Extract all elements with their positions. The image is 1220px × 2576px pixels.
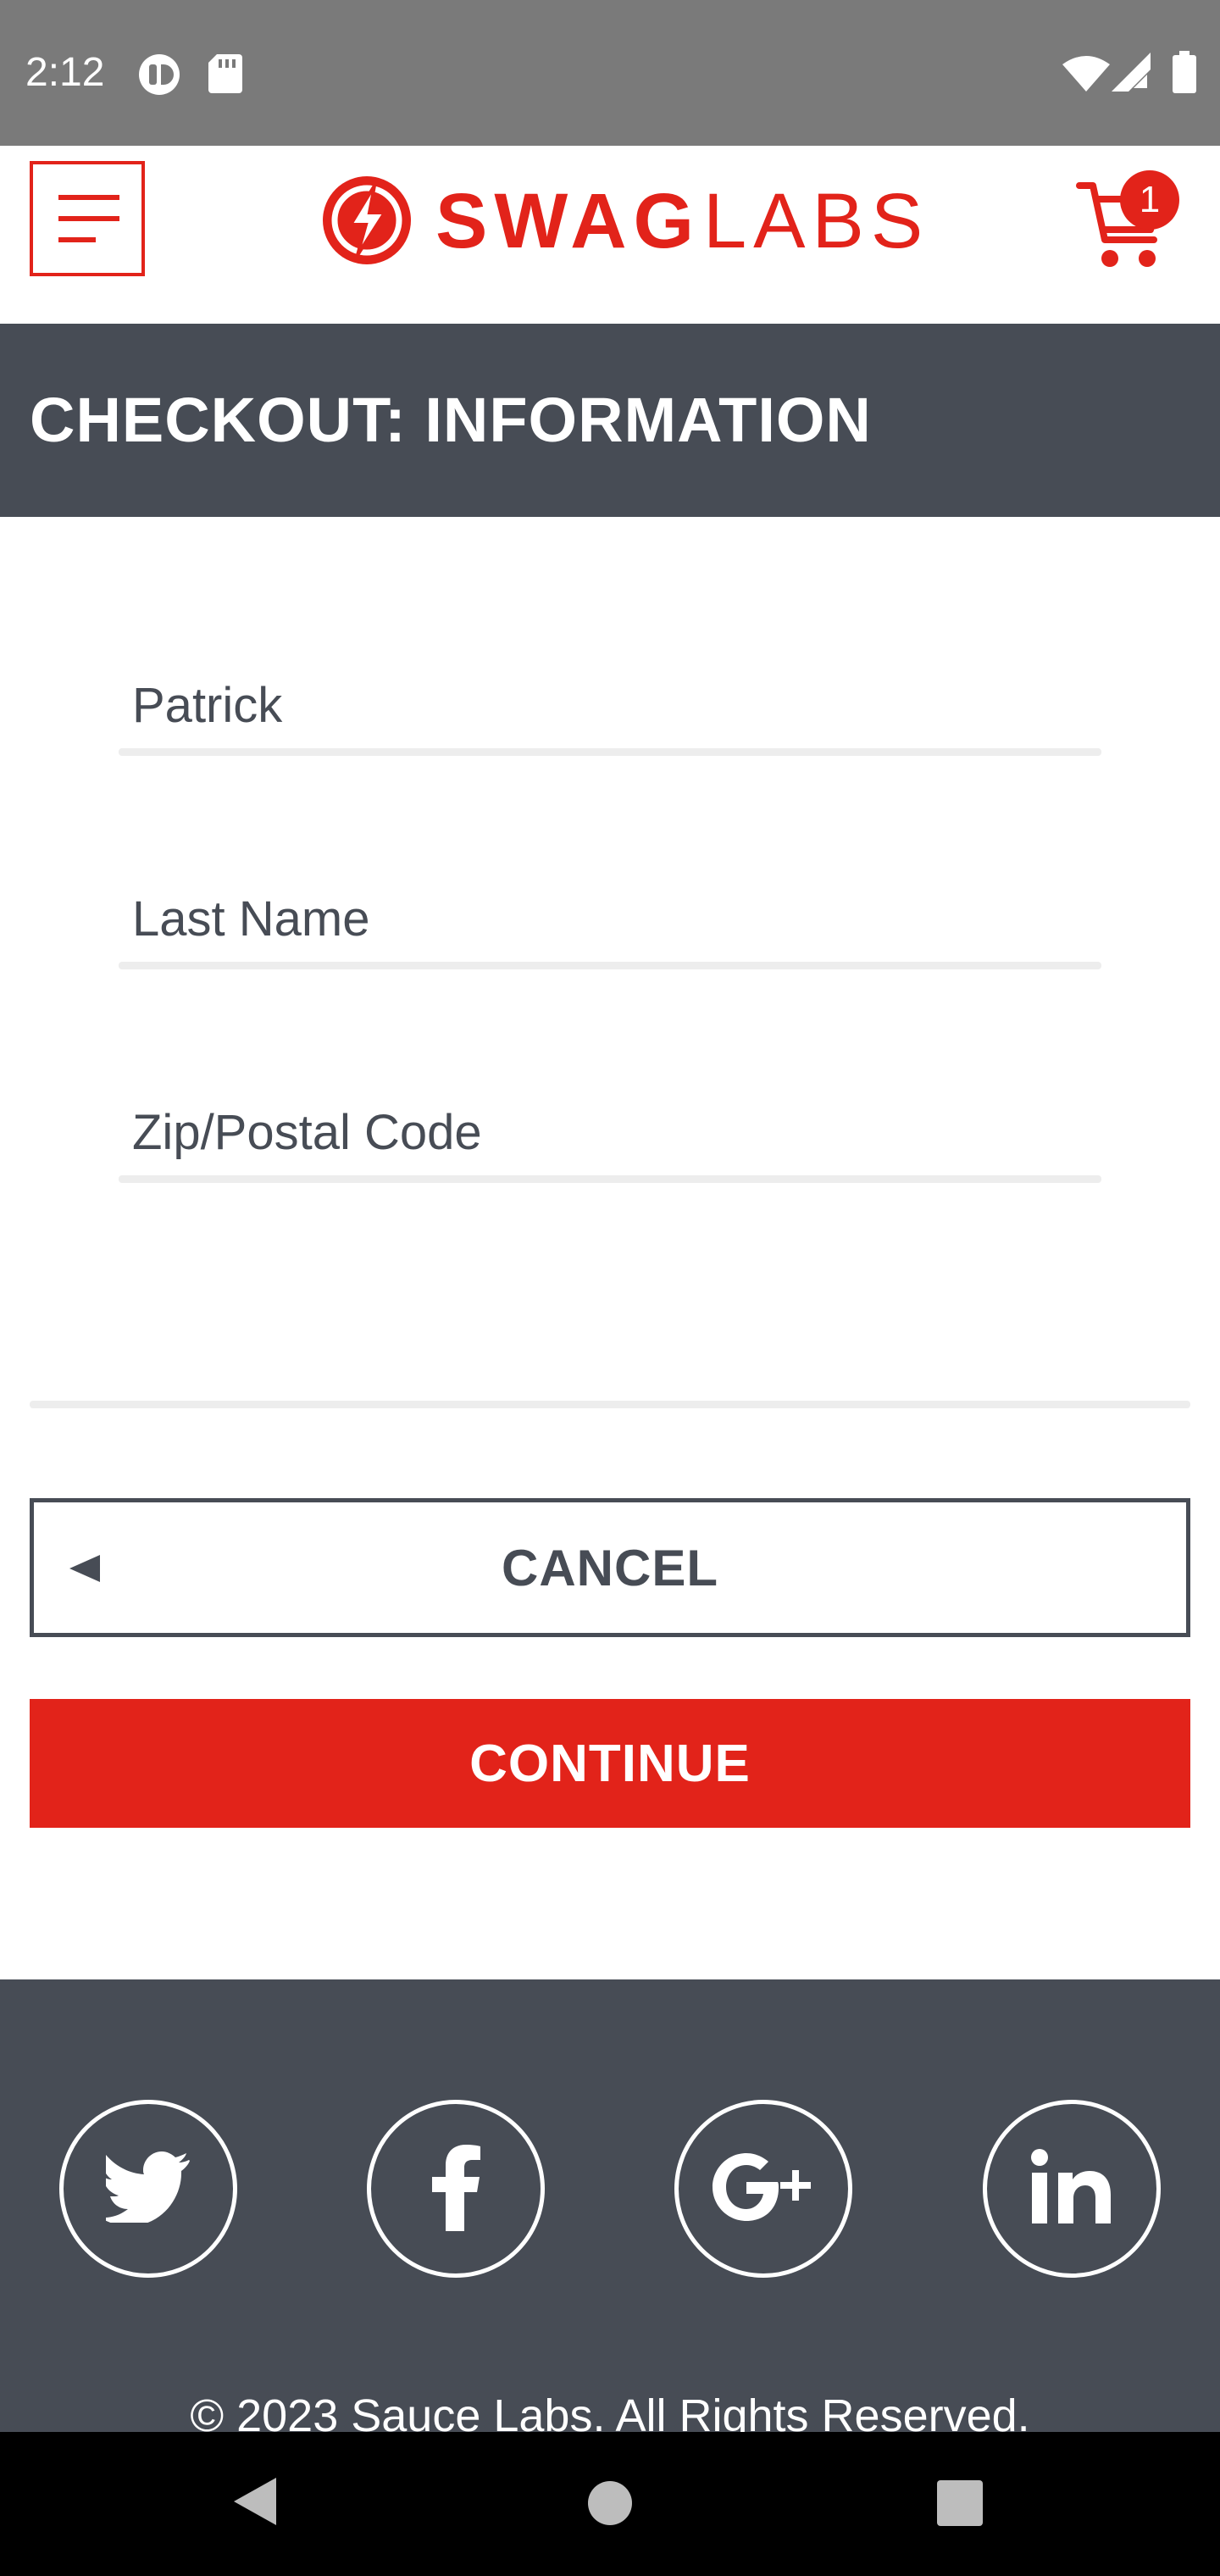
system-nav-bar xyxy=(0,2432,1220,2576)
wifi-icon xyxy=(1062,54,1110,92)
menu-button[interactable] xyxy=(30,161,145,276)
cancel-label: CANCEL xyxy=(502,1539,718,1596)
first-name-field xyxy=(119,654,1101,756)
linkedin-icon xyxy=(1031,2148,1112,2229)
recents-icon[interactable] xyxy=(937,2480,983,2530)
first-name-underline xyxy=(119,748,1101,756)
facebook-link[interactable] xyxy=(367,2100,545,2278)
lightning-logo-icon xyxy=(320,174,413,271)
cart-button[interactable]: 1 xyxy=(1076,165,1195,275)
twitter-link[interactable] xyxy=(59,2100,237,2278)
status-time: 2:12 xyxy=(25,50,105,95)
status-bar: 2:12 xyxy=(0,0,1220,146)
first-name-input[interactable] xyxy=(119,654,1101,756)
logo-text-light: LABS xyxy=(703,178,930,264)
home-icon[interactable] xyxy=(587,2480,633,2530)
google-plus-icon xyxy=(711,2151,816,2227)
signal-icon xyxy=(1112,53,1151,92)
footer: © 2023 Sauce Labs. All Rights Reserved. xyxy=(0,1979,1220,2432)
last-name-underline xyxy=(119,962,1101,969)
footer-copyright: © 2023 Sauce Labs. All Rights Reserved. xyxy=(190,2390,1030,2432)
sd-card-icon xyxy=(208,54,242,93)
back-icon[interactable] xyxy=(230,2476,278,2531)
swag-labs-logo: SWAG LABS xyxy=(320,174,923,267)
zip-input[interactable] xyxy=(119,1081,1101,1183)
twitter-icon xyxy=(100,2151,191,2227)
notification-icon xyxy=(137,53,181,97)
facebook-icon xyxy=(430,2143,481,2235)
cart-badge: 1 xyxy=(1120,170,1179,230)
cancel-button[interactable]: CANCEL xyxy=(30,1498,1190,1637)
form-divider xyxy=(30,1401,1190,1408)
last-name-input[interactable] xyxy=(119,868,1101,969)
last-name-field xyxy=(119,868,1101,969)
continue-button[interactable]: CONTINUE xyxy=(30,1699,1190,1828)
zip-field xyxy=(119,1081,1101,1183)
continue-label: CONTINUE xyxy=(469,1734,751,1793)
google-plus-link[interactable] xyxy=(674,2100,852,2278)
cart-count: 1 xyxy=(1139,179,1161,220)
page-title: CHECKOUT: INFORMATION xyxy=(30,385,872,455)
logo-text-bold: SWAG xyxy=(435,178,702,264)
back-arrow-icon xyxy=(68,1553,102,1588)
linkedin-link[interactable] xyxy=(983,2100,1161,2278)
zip-underline xyxy=(119,1175,1101,1183)
hamburger-menu-icon xyxy=(58,195,119,247)
battery-icon xyxy=(1173,51,1196,93)
